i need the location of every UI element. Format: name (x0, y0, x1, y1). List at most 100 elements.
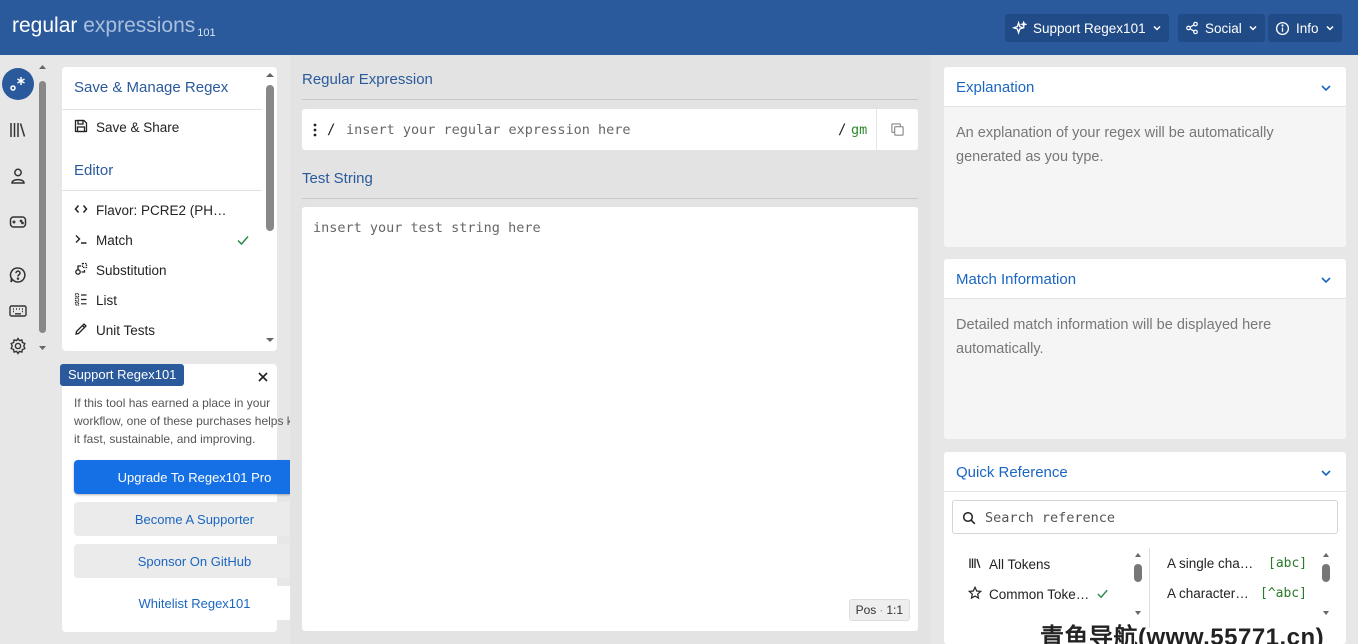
sparkle-icon (1012, 20, 1027, 36)
category-common-tokens[interactable]: Common Toke… (967, 585, 1109, 603)
menu-divider (62, 109, 262, 110)
category-scroll-thumb[interactable] (1134, 564, 1142, 582)
regex-close-delimiter: / (838, 122, 847, 138)
logo-secondary-text: expressions (83, 14, 196, 37)
sidebar-item-label: List (96, 292, 118, 308)
section-divider (302, 99, 918, 100)
library-icon[interactable] (2, 114, 34, 146)
main-editor: Regular Expression / insert your regular… (290, 55, 931, 644)
save-share-label: Save & Share (96, 119, 180, 135)
menu-scroll-thumb[interactable] (266, 85, 274, 231)
token-row[interactable]: A character… (1167, 586, 1249, 601)
check-icon (236, 233, 250, 250)
close-icon[interactable] (257, 370, 269, 388)
pencil-icon (74, 322, 88, 339)
whitelist-button[interactable]: Whitelist Regex101 (74, 586, 315, 620)
sidebar-item-flavor[interactable]: Flavor: PCRE2 (PH… (74, 200, 254, 220)
explanation-panel: Explanation An explanation of your regex… (944, 67, 1346, 247)
regex-input[interactable]: insert your regular expression here (346, 122, 630, 138)
info-icon (1275, 21, 1290, 36)
token-code: [^abc] (1260, 586, 1307, 601)
pos-value: 1:1 (886, 603, 903, 617)
social-button[interactable]: Social (1178, 14, 1265, 42)
icon-rail (0, 55, 50, 644)
chevron-down-icon (1152, 23, 1162, 33)
reference-search-box[interactable] (952, 500, 1338, 534)
regex-open-delimiter: / (327, 122, 336, 138)
token-row[interactable]: A single cha… (1167, 556, 1253, 571)
sidebar-item-substitution[interactable]: Substitution (74, 260, 254, 280)
editor-heading: Editor (74, 162, 114, 179)
explanation-header[interactable]: Explanation (944, 67, 1346, 107)
token-description: A character… (1167, 586, 1249, 601)
sidebar-item-label: Substitution (96, 262, 167, 278)
quick-reference-panel: Quick Reference All Tokens Common Toke… … (944, 452, 1346, 644)
app-logo[interactable]: regular expressions 101 (12, 14, 216, 39)
sponsor-github-button[interactable]: Sponsor On GitHub (74, 544, 315, 578)
editor-menu: Save & Manage Regex Save & Share Editor … (62, 67, 277, 351)
category-scrollbar[interactable] (1133, 552, 1143, 617)
share-icon (1185, 21, 1199, 35)
library-icon (968, 556, 982, 573)
pos-separator: · (879, 603, 884, 617)
category-all-tokens[interactable]: All Tokens (968, 556, 1050, 573)
info-label: Info (1296, 20, 1319, 36)
substitution-icon (74, 262, 88, 279)
token-code: [abc] (1268, 556, 1308, 571)
chevron-down-icon[interactable] (1320, 466, 1332, 484)
regex-editor-icon[interactable] (2, 68, 34, 100)
regex-options-icon[interactable] (313, 123, 317, 142)
code-icon (74, 202, 88, 219)
quick-reference-header[interactable]: Quick Reference (944, 452, 1346, 492)
explanation-title: Explanation (956, 79, 1035, 96)
regex-input-box[interactable]: / insert your regular expression here / … (302, 109, 918, 150)
star-icon (967, 585, 983, 603)
site-watermark: 青鱼导航(www.55771.cn) (1040, 624, 1325, 644)
chevron-down-icon[interactable] (1320, 81, 1332, 99)
account-icon[interactable] (2, 160, 34, 192)
list-icon (74, 292, 88, 309)
support-description: If this tool has earned a place in your … (74, 396, 313, 446)
explanation-text: An explanation of your regex will be aut… (956, 125, 1274, 165)
quiz-icon[interactable] (2, 206, 34, 238)
terminal-icon (74, 232, 88, 249)
sidebar-item-match[interactable]: Match (74, 230, 254, 250)
test-string-editor[interactable]: insert your test string here Pos · 1:1 (302, 207, 918, 631)
chevron-down-icon[interactable] (1320, 273, 1332, 291)
match-info-header[interactable]: Match Information (944, 259, 1346, 299)
rail-scrollbar[interactable] (38, 63, 47, 353)
token-scrollbar[interactable] (1321, 552, 1331, 617)
test-string-input[interactable]: insert your test string here (313, 220, 541, 236)
support-regex101-button[interactable]: Support Regex101 (1005, 14, 1169, 42)
regex-flags[interactable]: gm (851, 122, 867, 138)
logo-main-text: regular (12, 14, 78, 37)
copy-icon[interactable] (876, 109, 918, 150)
sidebar-item-label: Unit Tests (96, 322, 156, 338)
reference-divider (1149, 548, 1150, 628)
match-info-panel: Match Information Detailed match informa… (944, 259, 1346, 439)
keyboard-icon[interactable] (2, 295, 34, 327)
sidebar-item-label: Flavor: PCRE2 (PH… (96, 202, 227, 218)
help-icon[interactable] (2, 259, 34, 291)
support-tag: Support Regex101 (60, 364, 185, 386)
save-share-item[interactable]: Save & Share (74, 117, 254, 137)
support-box: Support Regex101 If this tool has earned… (60, 364, 315, 632)
floppy-disk-icon (74, 119, 88, 136)
match-info-title: Match Information (956, 271, 1077, 288)
chevron-down-icon (1248, 23, 1258, 33)
sidebar-item-list[interactable]: List (74, 290, 254, 310)
quick-reference-title: Quick Reference (956, 464, 1068, 481)
settings-icon[interactable] (2, 330, 34, 362)
token-scroll-thumb[interactable] (1322, 564, 1330, 582)
reference-search-input[interactable] (985, 508, 1325, 528)
upgrade-pro-button[interactable]: Upgrade To Regex101 Pro (74, 460, 315, 494)
sidebar-item-unit-tests[interactable]: Unit Tests (74, 320, 254, 340)
category-label: Common Toke… (989, 587, 1090, 602)
info-button[interactable]: Info (1268, 14, 1342, 42)
rail-scroll-thumb[interactable] (39, 81, 46, 333)
save-manage-heading: Save & Manage Regex (74, 79, 229, 96)
support-regex101-label: Support Regex101 (1033, 20, 1146, 36)
test-string-title: Test String (302, 170, 373, 187)
become-supporter-button[interactable]: Become A Supporter (74, 502, 315, 536)
menu-scrollbar[interactable] (263, 67, 277, 351)
